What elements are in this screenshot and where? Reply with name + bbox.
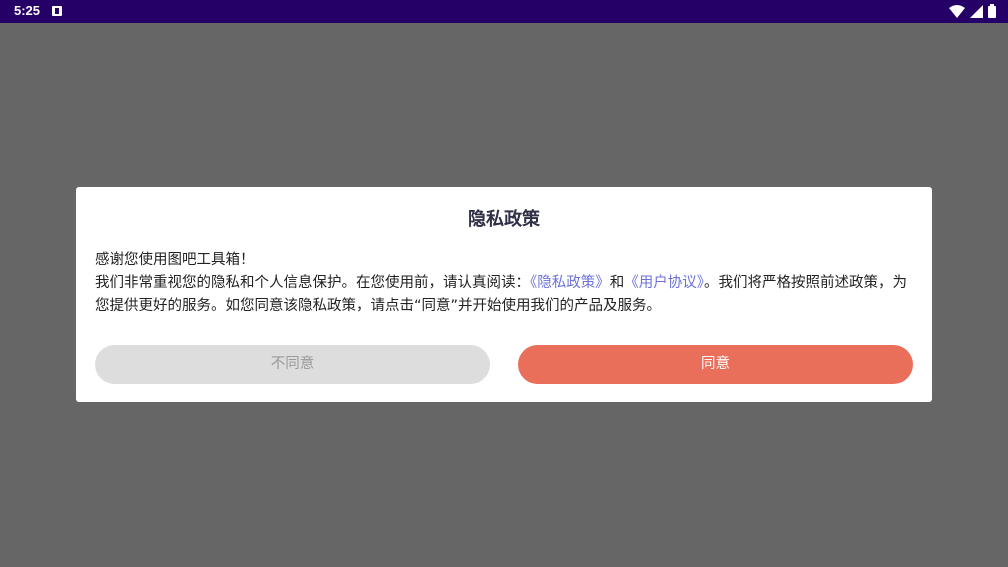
agree-button[interactable]: 同意	[518, 345, 913, 384]
cell-signal-icon	[970, 4, 983, 18]
wifi-icon	[949, 4, 965, 18]
dialog-message: 感谢您使用图吧工具箱！ 我们非常重视您的隐私和个人信息保护。在您使用前，请认真阅…	[95, 249, 914, 318]
privacy-policy-dialog: 隐私政策 感谢您使用图吧工具箱！ 我们非常重视您的隐私和个人信息保护。在您使用前…	[76, 187, 932, 402]
status-icons	[949, 3, 996, 19]
battery-icon	[988, 4, 996, 18]
disagree-button[interactable]: 不同意	[95, 345, 490, 384]
privacy-policy-link[interactable]: 《隐私政策》	[530, 275, 610, 291]
accessibility-notification-icon	[52, 6, 62, 16]
welcome-text: 感谢您使用图吧工具箱！	[95, 252, 255, 268]
user-agreement-link[interactable]: 《用户协议》	[624, 275, 704, 291]
status-time: 5:25	[14, 3, 41, 18]
policy-text: 我们非常重视您的隐私和个人信息保护。在您使用前，请认真阅读：《隐私政策》和《用户…	[95, 272, 914, 318]
and-text: 和	[609, 275, 625, 291]
status-bar: 5:25	[0, 0, 1008, 23]
screen: 5:25 隐私政策 感谢您使用图吧工具箱！ 我们非常重视您的隐私和个人信息保护。…	[0, 0, 1008, 567]
dialog-title: 隐私政策	[468, 209, 540, 230]
policy-text-prefix: 我们非常重视您的隐私和个人信息保护。在您使用前，请认真阅读：	[95, 275, 530, 291]
